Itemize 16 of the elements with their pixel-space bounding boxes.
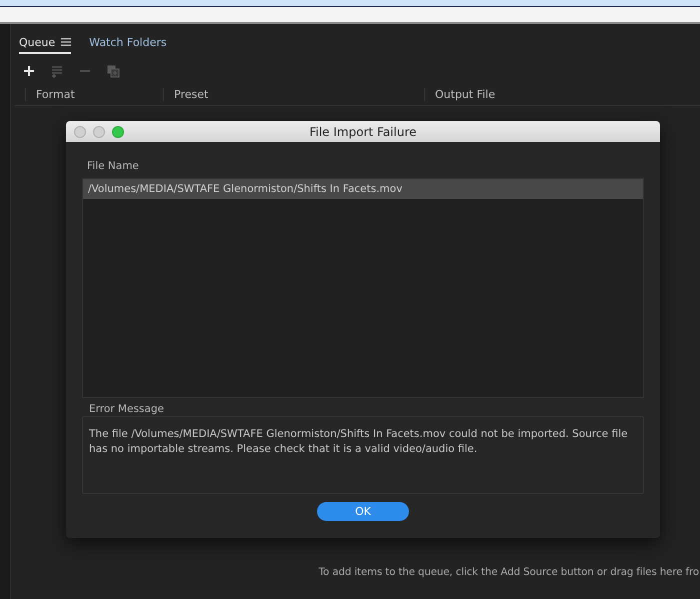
column-header[interactable]: Format [25,88,163,100]
error-message-label: Error Message [89,403,164,415]
file-name-label: File Name [87,160,140,172]
error-message-text: The file /Volumes/MEDIA/SWTAFE Glenormiston/Shifts In Facets.mov could not be imported. Source file has no importable streams. Please check that it is a valid video/audio file. [89,427,629,457]
zoom-window-button[interactable] [112,126,124,138]
dialog-title: File Import Failure [309,124,416,138]
tab[interactable]: Watch Folders [89,32,167,54]
column-header[interactable]: Output File [424,88,496,100]
minimize-window-button[interactable] [93,126,105,138]
tab[interactable]: Queue [19,32,72,54]
column-header[interactable]: Preset [163,88,424,100]
menu-icon[interactable] [61,38,72,46]
file-row[interactable]: /Volumes/MEDIA/SWTAFE Glenormiston/Shifts In Facets.mov [83,179,643,199]
close-window-button[interactable] [74,126,86,138]
empty-queue-hint: To add items to the queue, click the Add Source button or drag files here fro [318,567,699,578]
plus-icon[interactable] [23,64,36,78]
